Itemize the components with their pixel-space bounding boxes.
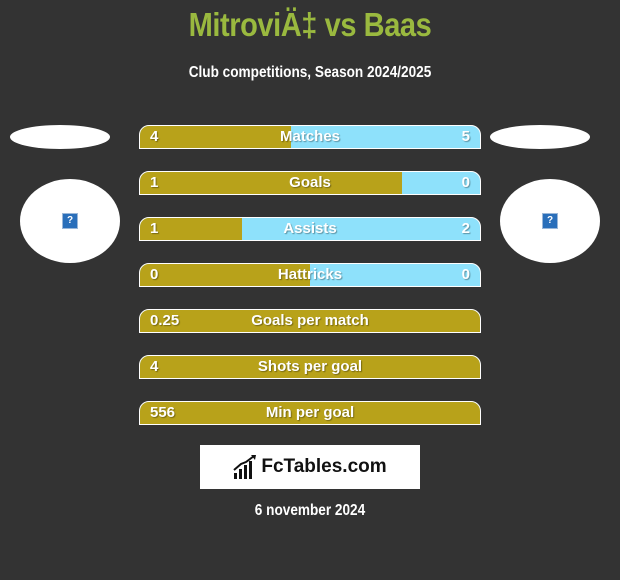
- left-team-name-placeholder: [10, 125, 110, 149]
- stat-label: Matches: [279, 128, 341, 145]
- right-team-name-placeholder: [490, 125, 590, 149]
- right-team-logo[interactable]: ?: [500, 179, 600, 263]
- left-team-logo[interactable]: ?: [20, 179, 120, 263]
- stat-bar-shots-per-goal: 4 Shots per goal: [139, 355, 481, 379]
- right-value: 5: [461, 128, 470, 145]
- missing-image-icon: ?: [62, 213, 78, 229]
- missing-image-icon: ?: [542, 213, 558, 229]
- right-value: 0: [461, 174, 470, 191]
- stat-bar-min-per-goal: 556 Min per goal: [139, 401, 481, 425]
- stat-bar-matches: 4 Matches 5: [139, 125, 481, 149]
- brand-name: FcTables.com: [261, 456, 387, 477]
- stat-label: Min per goal: [265, 404, 355, 421]
- stat-label: Goals per match: [251, 312, 369, 329]
- competition-subtitle: Club competitions, Season 2024/2025: [188, 64, 432, 81]
- stat-label: Goals: [289, 174, 331, 191]
- stat-bar-goals-per-match: 0.25 Goals per match: [139, 309, 481, 333]
- date-label: 6 november 2024: [254, 502, 366, 519]
- stat-label: Shots per goal: [257, 358, 363, 375]
- bar-chart-icon: [233, 455, 257, 479]
- right-value: 0: [461, 266, 470, 283]
- right-value: 2: [461, 220, 470, 237]
- stat-bar-goals: 1 Goals 0: [139, 171, 481, 195]
- stat-bar-hattricks: 0 Hattricks 0: [139, 263, 481, 287]
- stat-label: Assists: [283, 220, 337, 237]
- stat-label: Hattricks: [277, 266, 343, 283]
- stat-bar-assists: 1 Assists 2: [139, 217, 481, 241]
- fctables-logo[interactable]: FcTables.com: [200, 445, 420, 489]
- page-title: MitroviÄ‡ vs Baas: [188, 6, 432, 43]
